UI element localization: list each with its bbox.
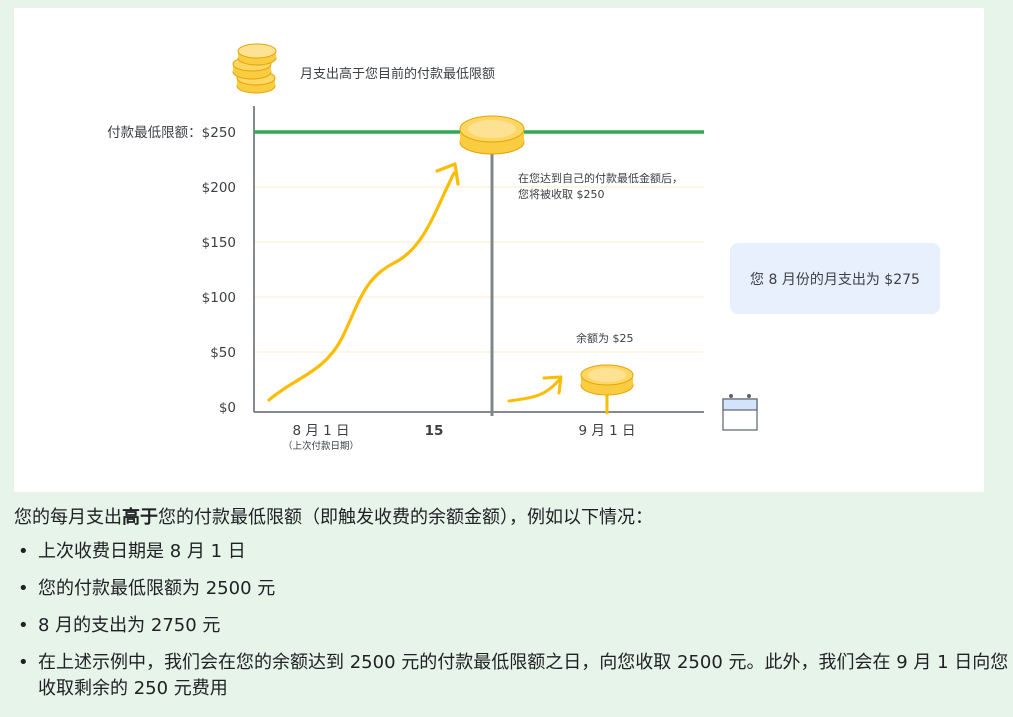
spend-curve (267, 171, 456, 402)
balance-annotation: 余额为 $25 (576, 331, 634, 345)
x-tick-start: 8 月 1 日 (292, 423, 349, 439)
intro-after: 您的付款最低限额（即触发收费的余额金额），例如以下情况： (158, 507, 653, 528)
grid-lines (254, 186, 704, 353)
intro-before: 您的每月支出 (14, 507, 122, 528)
y-tick-200: $200 (202, 180, 236, 196)
callout-text: 您 8 月份的月支出为 $275 (750, 271, 920, 288)
spend-threshold-diagram: 月支出高于您目前的付款最低限额 付款最低限额：$250 $200 $150 $1… (14, 8, 984, 492)
x-tick-mid: 15 (425, 423, 444, 439)
legend-label: 月支出高于您目前的付款最低限额 (300, 66, 495, 82)
list-item: 8 月的支出为 2750 元 (14, 613, 1009, 639)
charge-annotation-line2: 您将被收取 $250 (518, 187, 605, 201)
example-list: 上次收费日期是 8 月 1 日 您的付款最低限额为 2500 元 8 月的支出为… (14, 539, 1009, 702)
intro-paragraph: 您的每月支出高于您的付款最低限额（即触发收费的余额金额），例如以下情况： (14, 505, 1009, 531)
charge-annotation-line1: 在您达到自己的付款最低金额后， (518, 171, 683, 185)
calendar-icon (722, 394, 758, 431)
threshold-coin-icon (459, 115, 525, 155)
monthly-spend-callout: 您 8 月份的月支出为 $275 (730, 243, 940, 314)
list-item: 在上述示例中，我们会在您的余额达到 2500 元的付款最低限额之日，向您收取 2… (14, 650, 1009, 702)
y-tick-0: $0 (219, 400, 236, 416)
y-tick-100: $100 (202, 290, 236, 306)
x-tick-end: 9 月 1 日 (578, 423, 635, 439)
explanation-text: 您的每月支出高于您的付款最低限额（即触发收费的余额金额），例如以下情况： 上次收… (14, 505, 1009, 713)
y-tick-50: $50 (210, 345, 236, 361)
x-tick-start-sub: （上次付款日期） (283, 440, 359, 452)
y-tick-150: $150 (202, 235, 236, 251)
intro-bold: 高于 (122, 507, 158, 528)
threshold-label: 付款最低限额：$250 (107, 125, 236, 141)
list-item: 上次收费日期是 8 月 1 日 (14, 539, 1009, 565)
list-item: 您的付款最低限额为 2500 元 (14, 576, 1009, 602)
balance-arrow (507, 378, 561, 403)
balance-coin-icon (580, 364, 634, 414)
coins-stack-icon (232, 43, 277, 94)
